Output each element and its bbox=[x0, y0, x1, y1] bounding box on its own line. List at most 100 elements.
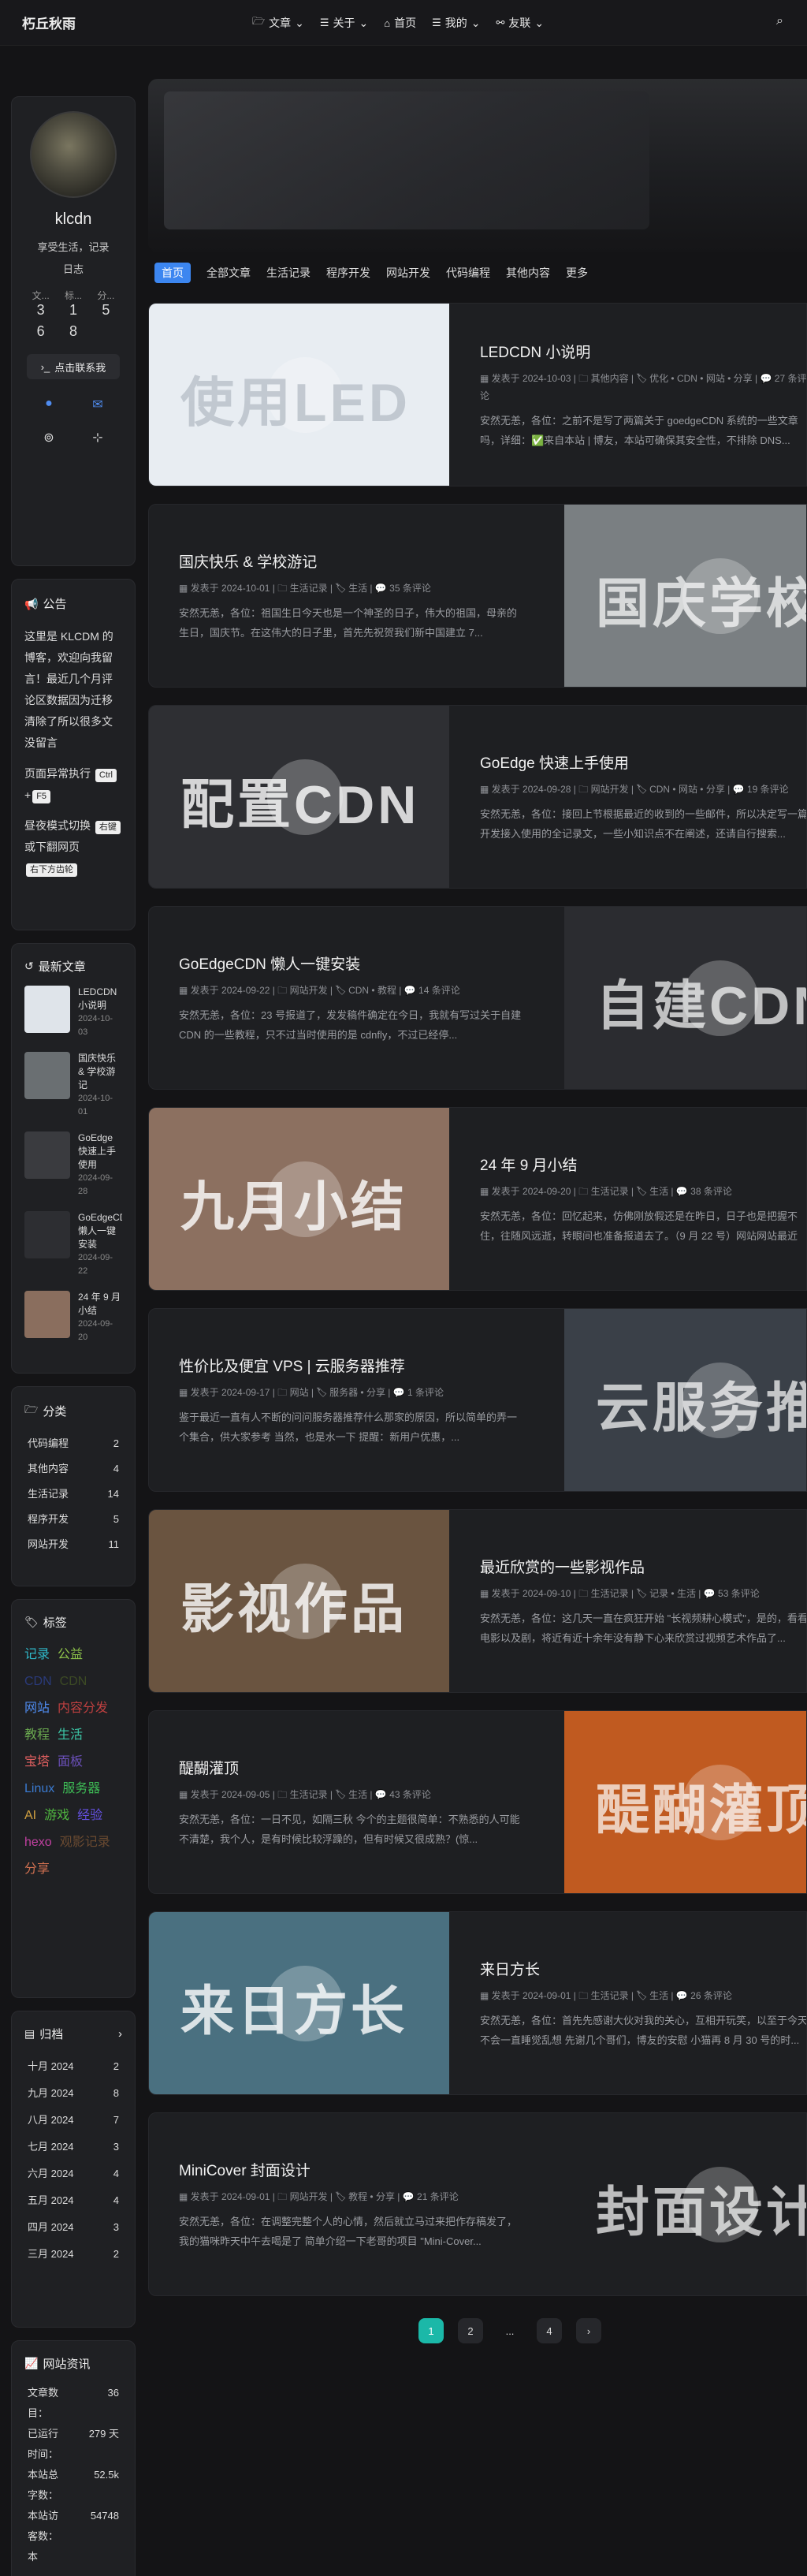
post-thumbnail[interactable]: 使用LED bbox=[149, 304, 449, 486]
post-card[interactable]: 国庆学校 国庆快乐 & 学校游记 ▦ 发表于 2024-10-01 | 🗀 生活记录… bbox=[148, 504, 807, 688]
post-card[interactable]: 配置CDN GoEdge 快速上手使用 ▦ 发表于 2024-09-28 | 🗀 网… bbox=[148, 705, 807, 889]
post-category[interactable]: 网站 bbox=[290, 1387, 309, 1398]
post-card[interactable]: 云服务推荐 性价比及便宜 VPS | 云服务器推荐 ▦ 发表于 2024-09-17… bbox=[148, 1308, 807, 1492]
post-thumbnail[interactable]: 九月小结 bbox=[149, 1108, 449, 1290]
rss-icon[interactable]: ⊚ bbox=[43, 430, 54, 445]
post-title[interactable]: 24 年 9 月小结 bbox=[480, 1154, 806, 1175]
post-comments[interactable]: 14 条评论 bbox=[418, 985, 460, 996]
tag-item[interactable]: 生活 bbox=[58, 1722, 83, 1749]
post-category[interactable]: 生活记录 bbox=[591, 1588, 629, 1599]
recent-post-thumbnail[interactable] bbox=[24, 1052, 70, 1099]
post-comments[interactable]: 21 条评论 bbox=[417, 2191, 459, 2202]
post-comments[interactable]: 26 条评论 bbox=[690, 1990, 732, 2001]
mail-icon[interactable]: ✉ bbox=[92, 397, 102, 412]
post-tags[interactable]: 生活 bbox=[649, 1990, 668, 2001]
profile-stat[interactable]: 标... 1 bbox=[57, 289, 89, 319]
github-icon[interactable]: ● bbox=[45, 397, 53, 412]
category-item[interactable]: 代码编程 2 bbox=[24, 1431, 122, 1456]
post-title[interactable]: GoEdgeCDN 懒人一键安装 bbox=[179, 952, 526, 974]
recent-post-item[interactable]: 24 年 9 月小结 2024-09-20 bbox=[24, 1291, 122, 1344]
chevron-right-icon[interactable]: › bbox=[118, 2027, 122, 2041]
recent-post-item[interactable]: LEDCDN 小说明 2024-10-03 bbox=[24, 986, 122, 1039]
tag-item[interactable]: 游戏 bbox=[44, 1802, 69, 1829]
archive-item[interactable]: 八月 2024 7 bbox=[24, 2107, 122, 2134]
post-thumbnail[interactable]: 自建CDN bbox=[564, 907, 806, 1089]
post-thumbnail[interactable]: 云服务推荐 bbox=[564, 1309, 806, 1491]
post-tags[interactable]: CDN • 教程 bbox=[348, 985, 396, 996]
post-category[interactable]: 生活记录 bbox=[591, 1990, 629, 2001]
post-tags[interactable]: 教程 • 分享 bbox=[348, 2191, 395, 2202]
post-tags[interactable]: 生活 bbox=[348, 1789, 367, 1800]
tag-item[interactable]: 教程 bbox=[24, 1722, 50, 1749]
page-2[interactable]: 2 bbox=[458, 2318, 483, 2343]
recent-post-title[interactable]: LEDCDN 小说明 bbox=[78, 986, 122, 1012]
nav-item-0[interactable]: 🗁 文章 ⌄ bbox=[252, 14, 304, 32]
site-title[interactable]: 朽丘秋雨 bbox=[22, 13, 76, 32]
archive-item[interactable]: 四月 2024 3 bbox=[24, 2214, 122, 2241]
tag-item[interactable]: 分享 bbox=[24, 1856, 50, 1883]
recent-post-thumbnail[interactable] bbox=[24, 1291, 70, 1338]
post-tags[interactable]: 生活 bbox=[348, 583, 367, 594]
recent-post-thumbnail[interactable] bbox=[24, 986, 70, 1033]
post-comments[interactable]: 53 条评论 bbox=[718, 1588, 760, 1599]
post-card[interactable]: 自建CDN GoEdgeCDN 懒人一键安装 ▦ 发表于 2024-09-22 | … bbox=[148, 906, 807, 1090]
tab-1[interactable]: 全部文章 bbox=[206, 265, 251, 281]
tag-item[interactable]: hexo bbox=[24, 1829, 52, 1856]
recent-post-title[interactable]: 国庆快乐 & 学校游记 bbox=[78, 1052, 122, 1092]
next-page-button[interactable]: › bbox=[576, 2318, 601, 2343]
nav-item-1[interactable]: ☰ 关于 ⌄ bbox=[320, 15, 368, 31]
post-tags[interactable]: 服务器 • 分享 bbox=[329, 1387, 385, 1398]
post-category[interactable]: 生活记录 bbox=[290, 583, 328, 594]
category-item[interactable]: 其他内容 4 bbox=[24, 1456, 122, 1482]
tag-item[interactable]: AI bbox=[24, 1802, 36, 1829]
recent-post-title[interactable]: GoEdgeCDN 懒人一键安装 bbox=[78, 1211, 122, 1251]
archive-item[interactable]: 六月 2024 4 bbox=[24, 2160, 122, 2187]
recent-post-item[interactable]: GoEdge 快速上手使用 2024-09-28 bbox=[24, 1131, 122, 1199]
archive-item[interactable]: 七月 2024 3 bbox=[24, 2134, 122, 2160]
archive-item[interactable]: 五月 2024 4 bbox=[24, 2187, 122, 2214]
post-comments[interactable]: 38 条评论 bbox=[690, 1186, 732, 1197]
recent-post-title[interactable]: 24 年 9 月小结 bbox=[78, 1291, 122, 1318]
tag-item[interactable]: 记录 bbox=[24, 1642, 50, 1668]
post-card[interactable]: 影视作品 最近欣赏的一些影视作品 ▦ 发表于 2024-09-10 | 🗀 生活记录… bbox=[148, 1509, 807, 1693]
recent-post-title[interactable]: GoEdge 快速上手使用 bbox=[78, 1131, 122, 1172]
tag-item[interactable]: 面板 bbox=[58, 1749, 83, 1776]
post-title[interactable]: 最近欣赏的一些影视作品 bbox=[480, 1556, 806, 1577]
post-thumbnail[interactable]: 配置CDN bbox=[149, 706, 449, 888]
post-card[interactable]: 醍醐灌顶 醍醐灌顶 ▦ 发表于 2024-09-05 | 🗀 生活记录 | 🏷 生活… bbox=[148, 1710, 807, 1894]
recent-post-item[interactable]: 国庆快乐 & 学校游记 2024-10-01 bbox=[24, 1052, 122, 1119]
post-tags[interactable]: 优化 • CDN • 网站 • 分享 bbox=[649, 373, 753, 384]
post-category[interactable]: 生活记录 bbox=[591, 1186, 629, 1197]
archive-item[interactable]: 三月 2024 2 bbox=[24, 2241, 122, 2268]
profile-stat[interactable]: 分... 5 bbox=[90, 289, 122, 319]
post-title[interactable]: 性价比及便宜 VPS | 云服务器推荐 bbox=[179, 1355, 526, 1376]
tab-0[interactable]: 首页 bbox=[154, 263, 191, 283]
recent-post-thumbnail[interactable] bbox=[24, 1211, 70, 1258]
sitemap-icon[interactable]: ⊹ bbox=[92, 430, 102, 445]
tab-2[interactable]: 生活记录 bbox=[266, 265, 311, 281]
category-item[interactable]: 网站开发 11 bbox=[24, 1532, 122, 1557]
profile-stat[interactable]: 8 bbox=[57, 323, 89, 340]
search-icon[interactable]: ⌕ bbox=[776, 14, 783, 28]
post-card[interactable]: 来日方长 来日方长 ▦ 发表于 2024-09-01 | 🗀 生活记录 | 🏷 生活… bbox=[148, 1911, 807, 2095]
nav-item-3[interactable]: ☰ 我的 ⌄ bbox=[432, 15, 480, 31]
post-title[interactable]: 醍醐灌顶 bbox=[179, 1757, 526, 1778]
post-comments[interactable]: 35 条评论 bbox=[389, 583, 431, 594]
post-card[interactable]: 九月小结 24 年 9 月小结 ▦ 发表于 2024-09-20 | 🗀 生活记录 … bbox=[148, 1107, 807, 1291]
post-category[interactable]: 网站开发 bbox=[591, 784, 629, 795]
tag-item[interactable]: 观影记录 bbox=[60, 1829, 110, 1856]
tag-item[interactable]: 内容分发 bbox=[58, 1695, 108, 1722]
post-thumbnail[interactable]: 醍醐灌顶 bbox=[564, 1711, 806, 1893]
post-card[interactable]: 封面设计 MiniCover 封面设计 ▦ 发表于 2024-09-01 | 🗀 网… bbox=[148, 2112, 807, 2296]
tag-item[interactable]: 公益 bbox=[58, 1642, 83, 1668]
post-comments[interactable]: 1 条评论 bbox=[407, 1387, 444, 1398]
post-title[interactable]: LEDCDN 小说明 bbox=[480, 341, 806, 362]
post-category[interactable]: 生活记录 bbox=[290, 1789, 328, 1800]
category-item[interactable]: 程序开发 5 bbox=[24, 1507, 122, 1532]
post-thumbnail[interactable]: 影视作品 bbox=[149, 1510, 449, 1692]
tag-item[interactable]: Linux bbox=[24, 1776, 54, 1802]
post-thumbnail[interactable]: 封面设计 bbox=[564, 2113, 806, 2295]
tab-4[interactable]: 网站开发 bbox=[386, 265, 430, 281]
post-tags[interactable]: 生活 bbox=[649, 1186, 668, 1197]
tag-item[interactable]: 网站 bbox=[24, 1695, 50, 1722]
